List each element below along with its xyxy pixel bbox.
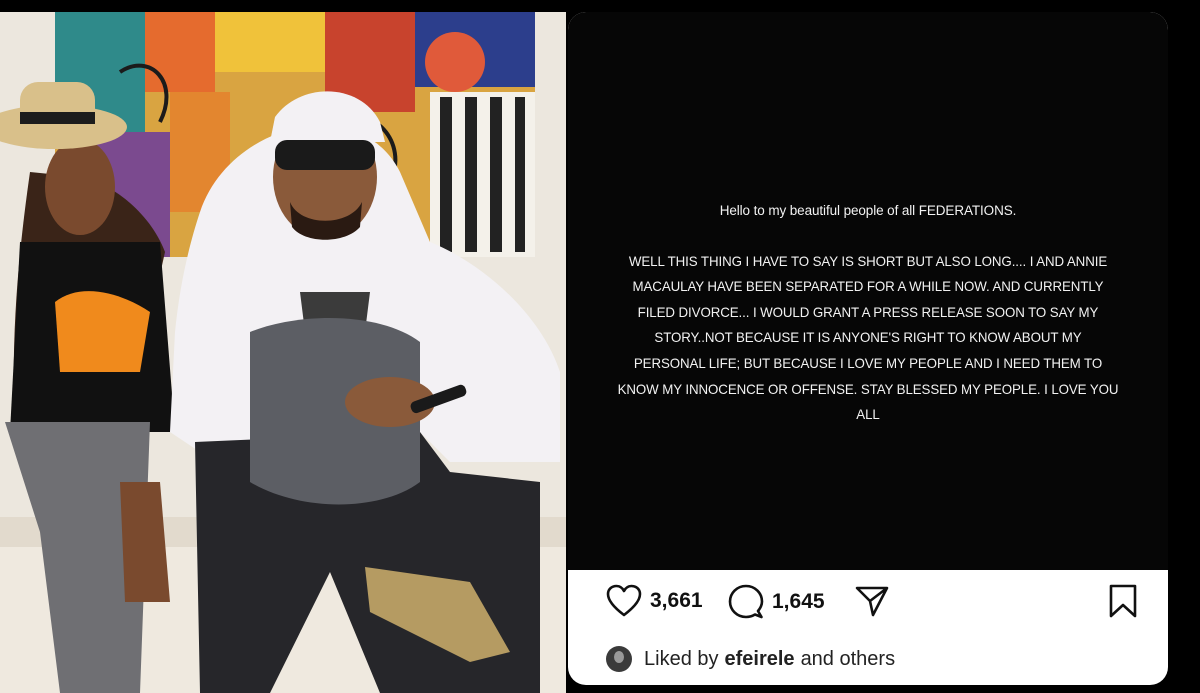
liked-by: Liked by efeirele and others	[606, 646, 895, 672]
liked-by-suffix[interactable]: and others	[801, 648, 896, 671]
story-image: Hello to my beautiful people of all FEDE…	[568, 12, 1168, 570]
liked-by-user[interactable]: efeirele	[725, 648, 795, 671]
story-greeting: Hello to my beautiful people of all FEDE…	[719, 203, 1017, 218]
heart-icon[interactable]	[606, 584, 642, 618]
liked-by-prefix: Liked by	[644, 647, 719, 670]
post-actions: 3,661 1,645	[568, 584, 1168, 624]
share-button[interactable]	[855, 584, 889, 618]
post-card: Hello to my beautiful people of all FEDE…	[568, 12, 1168, 685]
story-line: ALL	[856, 407, 880, 423]
story-body: WELL THIS THING I HAVE TO SAY IS SHORT B…	[598, 249, 1139, 428]
comment-icon[interactable]	[728, 584, 764, 620]
like-button[interactable]: 3,661	[606, 584, 703, 618]
post-photo	[0, 12, 566, 693]
story-line: KNOW MY INNOCENCE OR OFFENSE. STAY BLESS…	[617, 381, 1119, 397]
story-line: FILED DIVORCE... I WOULD GRANT A PRESS R…	[637, 304, 1099, 320]
send-icon[interactable]	[855, 584, 889, 618]
comment-button[interactable]: 1,645	[728, 584, 825, 620]
story-text: Hello to my beautiful people of all FEDE…	[592, 198, 1144, 428]
avatar[interactable]	[606, 646, 632, 672]
story-line: WELL THIS THING I HAVE TO SAY IS SHORT B…	[628, 253, 1108, 269]
like-count: 3,661	[650, 589, 703, 612]
bookmark-icon[interactable]	[1108, 584, 1138, 618]
story-line: STORY..NOT BECAUSE IT IS ANYONE'S RIGHT …	[654, 330, 1082, 346]
story-line: PERSONAL LIFE; BUT BECAUSE I LOVE MY PEO…	[633, 355, 1103, 371]
comment-count: 1,645	[772, 590, 825, 613]
save-button[interactable]	[1108, 584, 1138, 618]
story-line: MACAULAY HAVE BEEN SEPARATED FOR A WHILE…	[632, 279, 1104, 295]
photo-illustration	[0, 12, 566, 693]
